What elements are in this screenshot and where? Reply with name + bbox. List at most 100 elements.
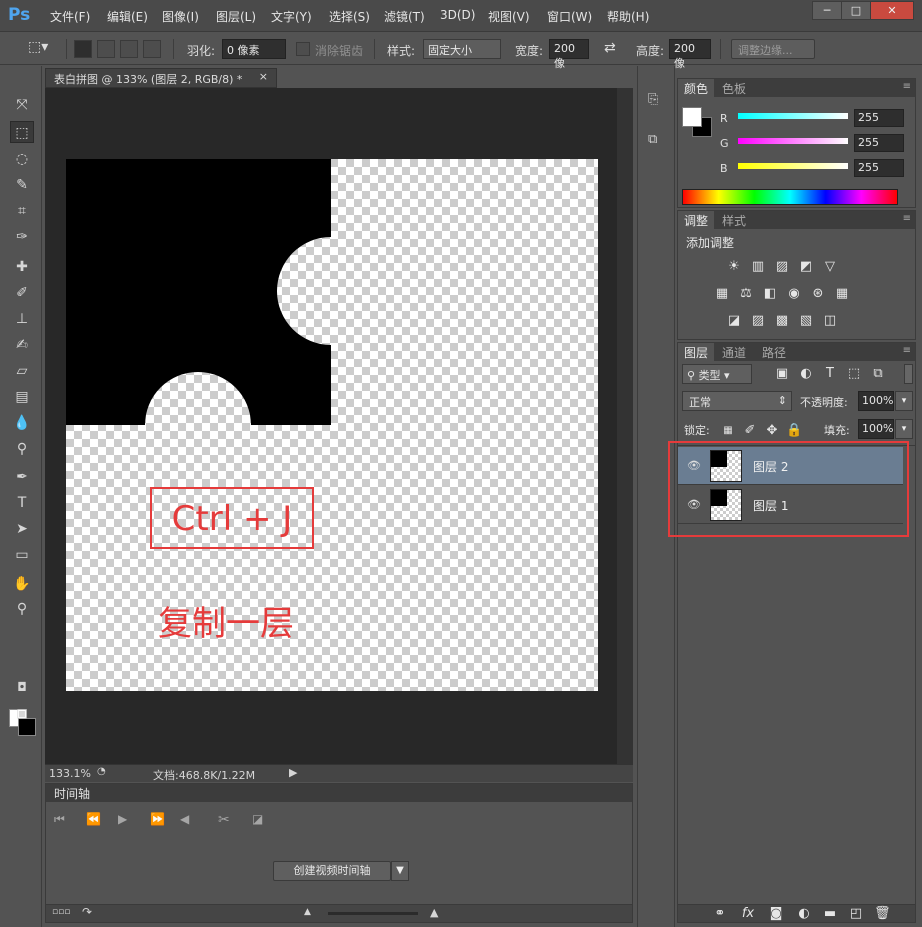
menu-file[interactable]: 文件(F) — [50, 8, 90, 25]
zoom-out-icon[interactable]: ▲ — [304, 907, 311, 917]
channel-value-g[interactable]: 255 — [854, 134, 904, 152]
tab-color[interactable]: 颜色 — [678, 79, 715, 97]
history-icon[interactable]: ⎘ — [648, 92, 658, 107]
audio-icon[interactable]: ◀ — [180, 812, 189, 826]
lock-transparency-icon[interactable]: ▦ — [720, 424, 736, 438]
panel-menu-icon[interactable]: ≡ — [903, 213, 911, 224]
color-balance-icon[interactable]: ⚖ — [738, 287, 754, 301]
tab-layers[interactable]: 图层 — [678, 343, 715, 361]
quick-mask-icon[interactable]: ◘ — [10, 676, 34, 698]
tab-styles[interactable]: 样式 — [716, 211, 752, 229]
photo-filter-icon[interactable]: ◉ — [786, 287, 802, 301]
tab-swatches[interactable]: 色板 — [716, 79, 752, 97]
screen-mode-icon[interactable]: ▣ — [10, 702, 34, 724]
feather-input[interactable]: 0 像素 — [222, 39, 286, 59]
move-tool-icon[interactable]: ⤧ — [10, 94, 34, 116]
lock-all-icon[interactable]: 🔒 — [786, 424, 802, 438]
tab-paths[interactable]: 路径 — [756, 343, 792, 361]
vibrance-icon[interactable]: ▽ — [822, 260, 838, 274]
fill-dropdown-icon[interactable]: ▾ — [895, 419, 913, 439]
mask-icon[interactable]: ◙ — [768, 907, 784, 921]
document-tab[interactable]: 表白拼图 @ 133% (图层 2, RGB/8) * × — [45, 68, 277, 88]
menu-help[interactable]: 帮助(H) — [607, 8, 649, 25]
transition-icon[interactable]: ◪ — [252, 812, 263, 826]
first-frame-icon[interactable]: ⏮ — [54, 812, 65, 827]
close-button[interactable]: ✕ — [870, 1, 914, 20]
style-select[interactable]: 固定大小 — [423, 39, 501, 59]
convert-icon[interactable]: ↷ — [82, 905, 92, 919]
healing-brush-tool-icon[interactable]: ✚ — [10, 256, 34, 278]
channel-value-r[interactable]: 255 — [854, 109, 904, 127]
tab-channels[interactable]: 通道 — [716, 343, 752, 361]
link-icon[interactable]: ⚭ — [712, 907, 728, 921]
canvas[interactable] — [66, 159, 598, 691]
eyedropper-tool-icon[interactable]: ✑ — [10, 226, 34, 248]
zoom-tool-icon[interactable]: ⚲ — [10, 598, 34, 620]
vertical-scrollbar[interactable] — [617, 88, 633, 764]
exposure-icon[interactable]: ◩ — [798, 260, 814, 274]
status-menu-icon[interactable]: ◔ — [97, 766, 106, 777]
height-input[interactable]: 200 像 — [669, 39, 711, 70]
new-layer-icon[interactable]: ◰ — [848, 907, 864, 921]
layer-filter-select[interactable]: ⚲ 类型 ▾ — [682, 364, 752, 384]
channel-slider-g[interactable] — [738, 138, 848, 144]
threshold-icon[interactable]: ▩ — [774, 314, 790, 328]
zoom-slider[interactable] — [328, 912, 418, 915]
levels-icon[interactable]: ▥ — [750, 260, 766, 274]
rect-marquee-tool-icon[interactable]: ⬚ — [10, 121, 34, 143]
menu-edit[interactable]: 编辑(E) — [107, 8, 148, 25]
lock-position-icon[interactable]: ✥ — [764, 424, 780, 438]
menu-type[interactable]: 文字(Y) — [271, 8, 312, 25]
lock-paint-icon[interactable]: ✐ — [742, 424, 758, 438]
adjustment-layer-icon[interactable]: ◐ — [796, 907, 812, 921]
add-selection-icon[interactable] — [97, 40, 115, 58]
hand-tool-icon[interactable]: ✋ — [10, 573, 34, 595]
status-arrow-icon[interactable]: ▶ — [289, 766, 297, 779]
color-lookup-icon[interactable]: ▦ — [834, 287, 850, 301]
marquee-tool-icon[interactable]: ⬚▾ — [28, 39, 48, 55]
maximize-button[interactable]: □ — [841, 1, 871, 20]
menu-filter[interactable]: 滤镜(T) — [384, 8, 425, 25]
channel-slider-b[interactable] — [738, 163, 848, 169]
blur-tool-icon[interactable]: 💧 — [10, 412, 34, 434]
filter-type-icon[interactable]: T — [822, 367, 838, 381]
refine-edge-button[interactable]: 调整边缘... — [731, 39, 815, 59]
quick-select-tool-icon[interactable]: ✎ — [10, 174, 34, 196]
menu-3d[interactable]: 3D(D) — [440, 8, 475, 22]
posterize-icon[interactable]: ▨ — [750, 314, 766, 328]
menu-view[interactable]: 视图(V) — [488, 8, 530, 25]
prev-frame-icon[interactable]: ⏪ — [86, 812, 101, 826]
antialias-checkbox[interactable] — [296, 42, 310, 56]
dodge-tool-icon[interactable]: ⚲ — [10, 438, 34, 460]
menu-window[interactable]: 窗口(W) — [547, 8, 592, 25]
history-brush-tool-icon[interactable]: ✍ — [10, 334, 34, 356]
opacity-dropdown-icon[interactable]: ▾ — [895, 391, 913, 411]
swap-dimensions-icon[interactable]: ⇄ — [604, 40, 616, 56]
lasso-tool-icon[interactable]: ◌ — [10, 148, 34, 170]
next-frame-icon[interactable]: ⏩ — [150, 812, 165, 826]
blend-mode-select[interactable]: 正常 ⇕ — [682, 391, 792, 411]
zoom-level[interactable]: 133.1% — [49, 767, 91, 780]
close-tab-icon[interactable]: × — [259, 70, 268, 83]
panel-menu-icon[interactable]: ≡ — [903, 345, 911, 356]
type-tool-icon[interactable]: T — [10, 492, 34, 514]
split-clip-icon[interactable]: ✂ — [218, 812, 230, 828]
intersect-selection-icon[interactable] — [143, 40, 161, 58]
hue-saturation-icon[interactable]: ▦ — [714, 287, 730, 301]
gradient-tool-icon[interactable]: ▤ — [10, 386, 34, 408]
folder-icon[interactable]: ▬ — [822, 907, 838, 921]
path-select-tool-icon[interactable]: ➤ — [10, 518, 34, 540]
selective-color-icon[interactable]: ◫ — [822, 314, 838, 328]
brightness-icon[interactable]: ☀ — [726, 260, 742, 274]
fill-input[interactable]: 100% — [858, 419, 894, 439]
menu-image[interactable]: 图像(I) — [162, 8, 199, 25]
eraser-tool-icon[interactable]: ▱ — [10, 360, 34, 382]
3d-icon[interactable]: ⧉ — [648, 132, 657, 147]
curves-icon[interactable]: ▨ — [774, 260, 790, 274]
menu-layer[interactable]: 图层(L) — [216, 8, 256, 25]
width-input[interactable]: 200 像 — [549, 39, 589, 70]
filter-adjustment-icon[interactable]: ◐ — [798, 367, 814, 381]
trash-icon[interactable]: 🗑 — [874, 907, 891, 921]
frames-icon[interactable]: ▫▫▫ — [52, 907, 70, 917]
tab-adjustments[interactable]: 调整 — [678, 211, 715, 229]
